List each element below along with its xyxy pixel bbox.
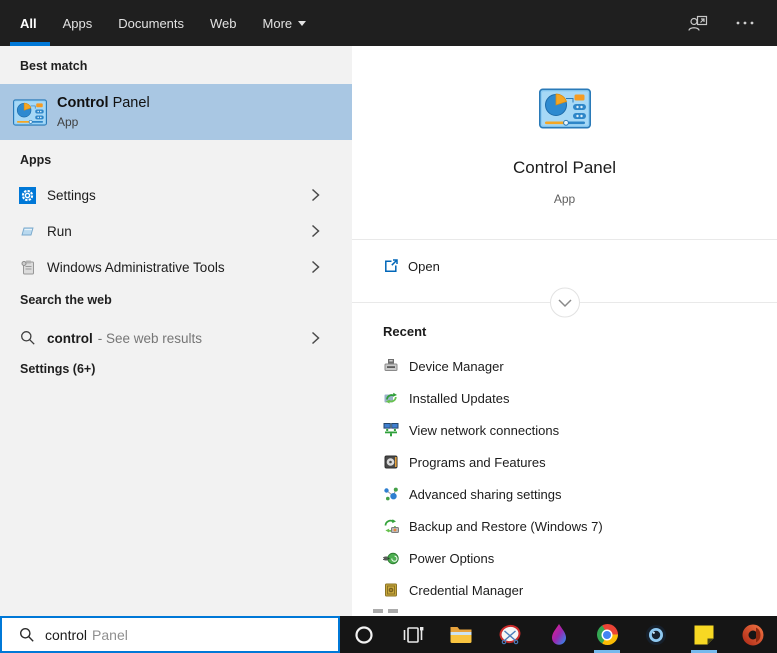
open-action[interactable]: Open bbox=[352, 250, 777, 282]
partially-visible-icon bbox=[373, 609, 383, 613]
search-icon bbox=[20, 627, 34, 642]
divider bbox=[352, 239, 777, 240]
partially-visible-icon bbox=[388, 609, 398, 613]
search-query-text: control bbox=[45, 626, 88, 643]
tab-web[interactable]: Web bbox=[210, 16, 237, 31]
office-icon bbox=[742, 624, 764, 645]
result-settings[interactable]: Settings bbox=[0, 177, 352, 213]
snipping-tool-icon bbox=[499, 624, 521, 644]
device-manager-icon bbox=[384, 359, 398, 371]
preview-subtitle: App bbox=[553, 192, 576, 206]
best-match-result-control-panel[interactable]: Control Panel App bbox=[0, 84, 352, 140]
control-panel-icon bbox=[538, 88, 591, 129]
network-connections-icon bbox=[383, 423, 399, 437]
recent-item-programs-and-features[interactable]: Programs and Features bbox=[352, 446, 777, 478]
cortana-button[interactable] bbox=[340, 616, 389, 653]
sticky-notes-icon bbox=[694, 625, 714, 644]
chevron-right-icon bbox=[311, 224, 320, 238]
sticky-notes-button[interactable] bbox=[680, 616, 729, 653]
preview-title: Control Panel bbox=[512, 158, 616, 177]
lens-app-icon bbox=[645, 624, 666, 645]
task-view-button[interactable] bbox=[389, 616, 438, 653]
file-explorer-icon bbox=[450, 627, 472, 643]
run-icon bbox=[19, 223, 36, 240]
result-run[interactable]: Run bbox=[0, 213, 352, 249]
sharing-settings-icon bbox=[384, 487, 398, 501]
best-match-subtitle: App bbox=[57, 115, 79, 129]
recent-item-view-network-connections[interactable]: View network connections bbox=[352, 414, 777, 446]
power-options-icon bbox=[383, 552, 399, 565]
office-button[interactable] bbox=[729, 616, 777, 653]
best-match-title: Control Panel bbox=[57, 95, 150, 111]
snipping-tool-button[interactable] bbox=[486, 616, 535, 653]
recent-item-credential-manager[interactable]: Credential Manager bbox=[352, 574, 777, 606]
paint-3d-button[interactable] bbox=[534, 616, 583, 653]
chrome-button[interactable] bbox=[583, 616, 632, 653]
windows-search-flyout: All Apps Documents Web More Best match C… bbox=[0, 0, 777, 653]
cortana-icon bbox=[355, 625, 373, 644]
programs-features-icon bbox=[384, 455, 398, 469]
recent-item-power-options[interactable]: Power Options bbox=[352, 542, 777, 574]
chrome-icon bbox=[596, 624, 618, 645]
expand-button[interactable] bbox=[549, 287, 580, 318]
paint-3d-icon bbox=[551, 623, 566, 645]
tab-documents[interactable]: Documents bbox=[118, 16, 184, 31]
tab-apps[interactable]: Apps bbox=[63, 16, 93, 31]
result-web-search[interactable]: control - See web results bbox=[0, 320, 352, 356]
settings-section-header: Settings (6+) bbox=[20, 362, 96, 376]
taskbar-search-input[interactable]: control Panel bbox=[0, 616, 340, 653]
sign-in-options-icon[interactable] bbox=[687, 13, 709, 33]
search-icon bbox=[19, 330, 36, 347]
open-external-icon bbox=[385, 259, 398, 272]
credential-manager-icon bbox=[385, 583, 397, 597]
search-suggestion-text: Panel bbox=[92, 626, 128, 643]
settings-icon bbox=[19, 186, 36, 204]
installed-updates-icon bbox=[384, 392, 397, 404]
task-view-icon bbox=[403, 626, 424, 643]
ellipsis-icon[interactable] bbox=[735, 20, 755, 26]
recent-list: Device Manager Installed Updates View ne… bbox=[352, 350, 777, 606]
recent-header: Recent bbox=[383, 324, 427, 339]
file-explorer-button[interactable] bbox=[437, 616, 486, 653]
tab-all[interactable]: All bbox=[20, 16, 37, 31]
chevron-right-icon bbox=[311, 188, 320, 202]
control-panel-icon bbox=[13, 98, 47, 126]
chevron-right-icon bbox=[311, 260, 320, 274]
recent-item-installed-updates[interactable]: Installed Updates bbox=[352, 382, 777, 414]
best-match-header: Best match bbox=[20, 59, 88, 73]
filter-tabs: All Apps Documents Web More bbox=[20, 16, 307, 31]
admin-tools-icon bbox=[19, 259, 36, 276]
taskbar bbox=[340, 616, 777, 653]
result-windows-administrative-tools[interactable]: Windows Administrative Tools bbox=[0, 249, 352, 285]
backup-restore-icon bbox=[384, 519, 399, 533]
preview-panel: Control Panel App Open Recent Device Man… bbox=[352, 46, 777, 616]
recent-item-device-manager[interactable]: Device Manager bbox=[352, 350, 777, 382]
search-web-header: Search the web bbox=[20, 293, 112, 307]
chevron-down-icon bbox=[298, 20, 307, 26]
results-panel: Best match Control Panel App Apps Settin… bbox=[0, 46, 352, 616]
apps-section-header: Apps bbox=[20, 153, 52, 167]
recent-item-advanced-sharing-settings[interactable]: Advanced sharing settings bbox=[352, 478, 777, 510]
lens-app-button[interactable] bbox=[631, 616, 680, 653]
search-header: All Apps Documents Web More bbox=[0, 0, 777, 46]
chevron-right-icon bbox=[311, 331, 320, 345]
recent-item-backup-and-restore[interactable]: Backup and Restore (Windows 7) bbox=[352, 510, 777, 542]
tab-more[interactable]: More bbox=[263, 16, 307, 31]
